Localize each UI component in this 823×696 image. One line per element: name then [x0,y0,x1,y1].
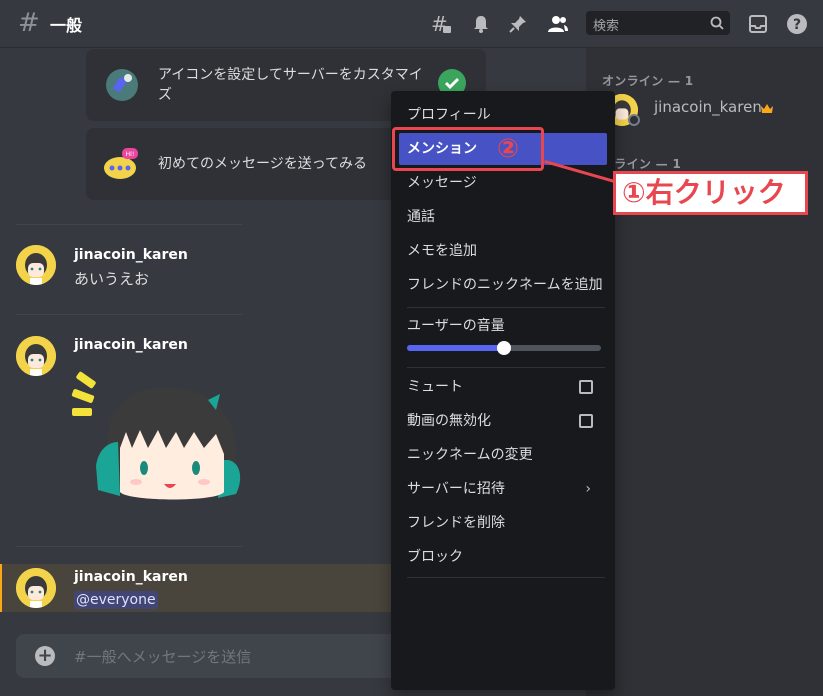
menu-separator [407,367,605,368]
menu-item-change-nickname[interactable]: ニックネームの変更 [399,439,607,471]
message-divider [16,546,242,547]
channel-hash-icon: # [18,8,40,38]
message-username[interactable]: jinacoin_karen [74,337,188,353]
avatar[interactable] [16,245,56,285]
inbox-icon[interactable] [746,12,770,36]
disable-video-checkbox[interactable] [579,414,593,428]
menu-item-user-volume: ユーザーの音量 [407,318,505,334]
composer-placeholder: #一般へメッセージを送信 [74,648,252,666]
volume-slider-fill [407,345,504,351]
menu-separator [407,307,605,308]
menu-item-mute[interactable]: ミュート [399,371,607,403]
avatar[interactable] [16,568,56,608]
member-list-icon[interactable] [546,12,570,36]
paint-brush-icon [104,67,140,107]
everyone-mention[interactable]: @everyone [74,591,158,609]
status-icon [628,114,640,126]
member-name: jinacoin_karen [654,98,762,116]
member-list: オンライン — 1 jinacoin_karen フライン — 1 [586,48,823,696]
card-text-line1: アイコンを設定してサーバーをカスタマイ [158,67,423,83]
volume-slider[interactable] [407,341,601,355]
attach-plus-icon[interactable]: + [35,646,55,666]
mute-checkbox[interactable] [579,380,593,394]
member-item[interactable]: jinacoin_karen [594,94,814,134]
menu-item-disable-video-label: 動画の無効化 [407,413,491,429]
channel-name: 一般 [50,16,83,35]
online-header: オンライン — 1 [602,74,694,88]
volume-slider-knob[interactable] [497,341,511,355]
svg-text:?: ? [793,17,801,33]
user-context-menu: プロフィール メンション メッセージ 通話 メモを追加 フレンドのニックネームを… [391,91,615,690]
message-divider [16,224,242,225]
chat-bubble-icon: HI! [102,146,142,186]
avatar[interactable] [16,336,56,376]
annotation-step2: ② [497,134,520,164]
card-text-line2: ズ [158,87,172,103]
menu-separator [407,577,605,578]
character-sticker [68,370,248,514]
menu-item-disable-video[interactable]: 動画の無効化 [399,405,607,437]
menu-item-friend-nickname[interactable]: フレンドのニックネームを追加 [399,269,607,301]
menu-item-call[interactable]: 通話 [399,201,607,233]
bell-icon[interactable] [469,12,493,36]
card-text: 初めてのメッセージを送ってみる [158,156,368,172]
menu-item-invite-label: サーバーに招待 [407,481,505,497]
search-placeholder: 検索 [593,19,620,34]
channel-header: # 一般 # 検索 ? [0,0,823,48]
menu-item-block[interactable]: ブロック [399,541,607,573]
message-username[interactable]: jinacoin_karen [74,569,188,585]
pin-icon[interactable] [506,12,530,36]
menu-item-mute-label: ミュート [407,379,463,395]
crown-icon [760,100,774,119]
search-input[interactable]: 検索 [586,11,730,35]
message-text: あいうえお [74,270,150,288]
search-icon [710,15,724,34]
menu-item-invite-to-server[interactable]: サーバーに招待 › [399,473,607,505]
svg-text:HI!: HI! [126,151,135,158]
menu-item-add-note[interactable]: メモを追加 [399,235,607,267]
threads-icon[interactable]: # [429,12,453,36]
message-divider [16,314,242,315]
chevron-right-icon: › [585,481,591,497]
annotation-step1: ①右クリック [613,171,808,215]
help-icon[interactable]: ? [785,12,809,36]
annotation-highlight-box [392,127,544,171]
menu-item-remove-friend[interactable]: フレンドを削除 [399,507,607,539]
message-username[interactable]: jinacoin_karen [74,247,188,263]
